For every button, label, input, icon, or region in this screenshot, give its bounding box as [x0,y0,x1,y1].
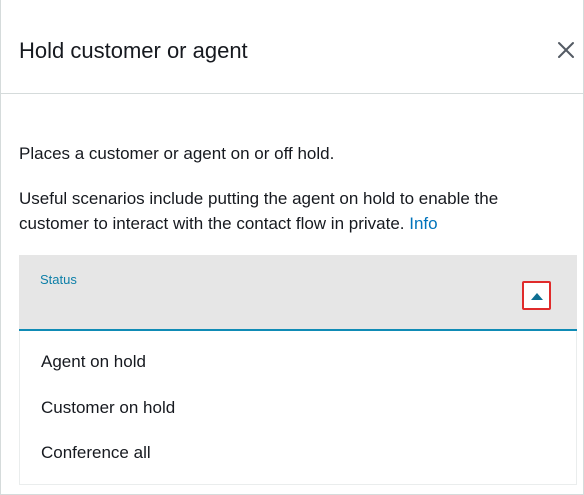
status-options-list: Agent on hold Customer on hold Conferenc… [19,331,577,485]
status-option-conference-all[interactable]: Conference all [41,442,151,464]
panel-header: Hold customer or agent [1,0,584,94]
caret-up-icon[interactable] [522,281,551,310]
block-description: Places a customer or agent on or off hol… [19,144,335,163]
info-link[interactable]: Info [409,214,437,233]
close-icon-glyph [558,42,574,58]
status-option-customer-on-hold[interactable]: Customer on hold [41,397,175,419]
scenarios-paragraph: Useful scenarios include putting the age… [19,186,571,236]
close-icon[interactable] [554,38,578,62]
panel-title: Hold customer or agent [19,38,248,63]
caret-up-glyph [531,293,543,300]
status-dropdown-label: Status [40,272,77,287]
hold-customer-or-agent-panel: Hold customer or agent Places a customer… [0,0,584,495]
status-option-agent-on-hold[interactable]: Agent on hold [41,351,146,373]
status-dropdown[interactable]: Status [19,255,577,331]
